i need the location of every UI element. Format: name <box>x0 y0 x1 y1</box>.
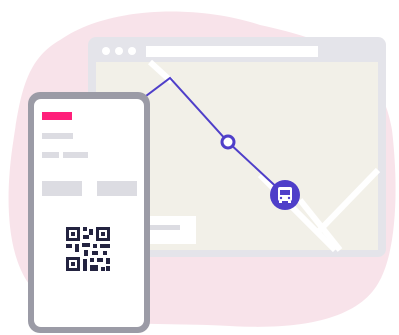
text-placeholder-3 <box>63 152 88 158</box>
illustration <box>0 0 399 335</box>
accent-bar <box>42 112 72 120</box>
window-dot-1 <box>102 47 110 55</box>
window-dot-3 <box>128 47 136 55</box>
text-placeholder-2 <box>42 152 59 158</box>
text-placeholder-1 <box>42 133 73 139</box>
card-placeholder-2 <box>97 181 137 196</box>
illustration-canvas <box>8 11 396 333</box>
card-placeholder-1 <box>42 181 82 196</box>
window-dot-2 <box>115 47 123 55</box>
address-bar <box>146 46 318 57</box>
waypoint-ring-icon <box>220 134 236 150</box>
phone <box>28 92 150 333</box>
bus-icon <box>270 180 300 210</box>
